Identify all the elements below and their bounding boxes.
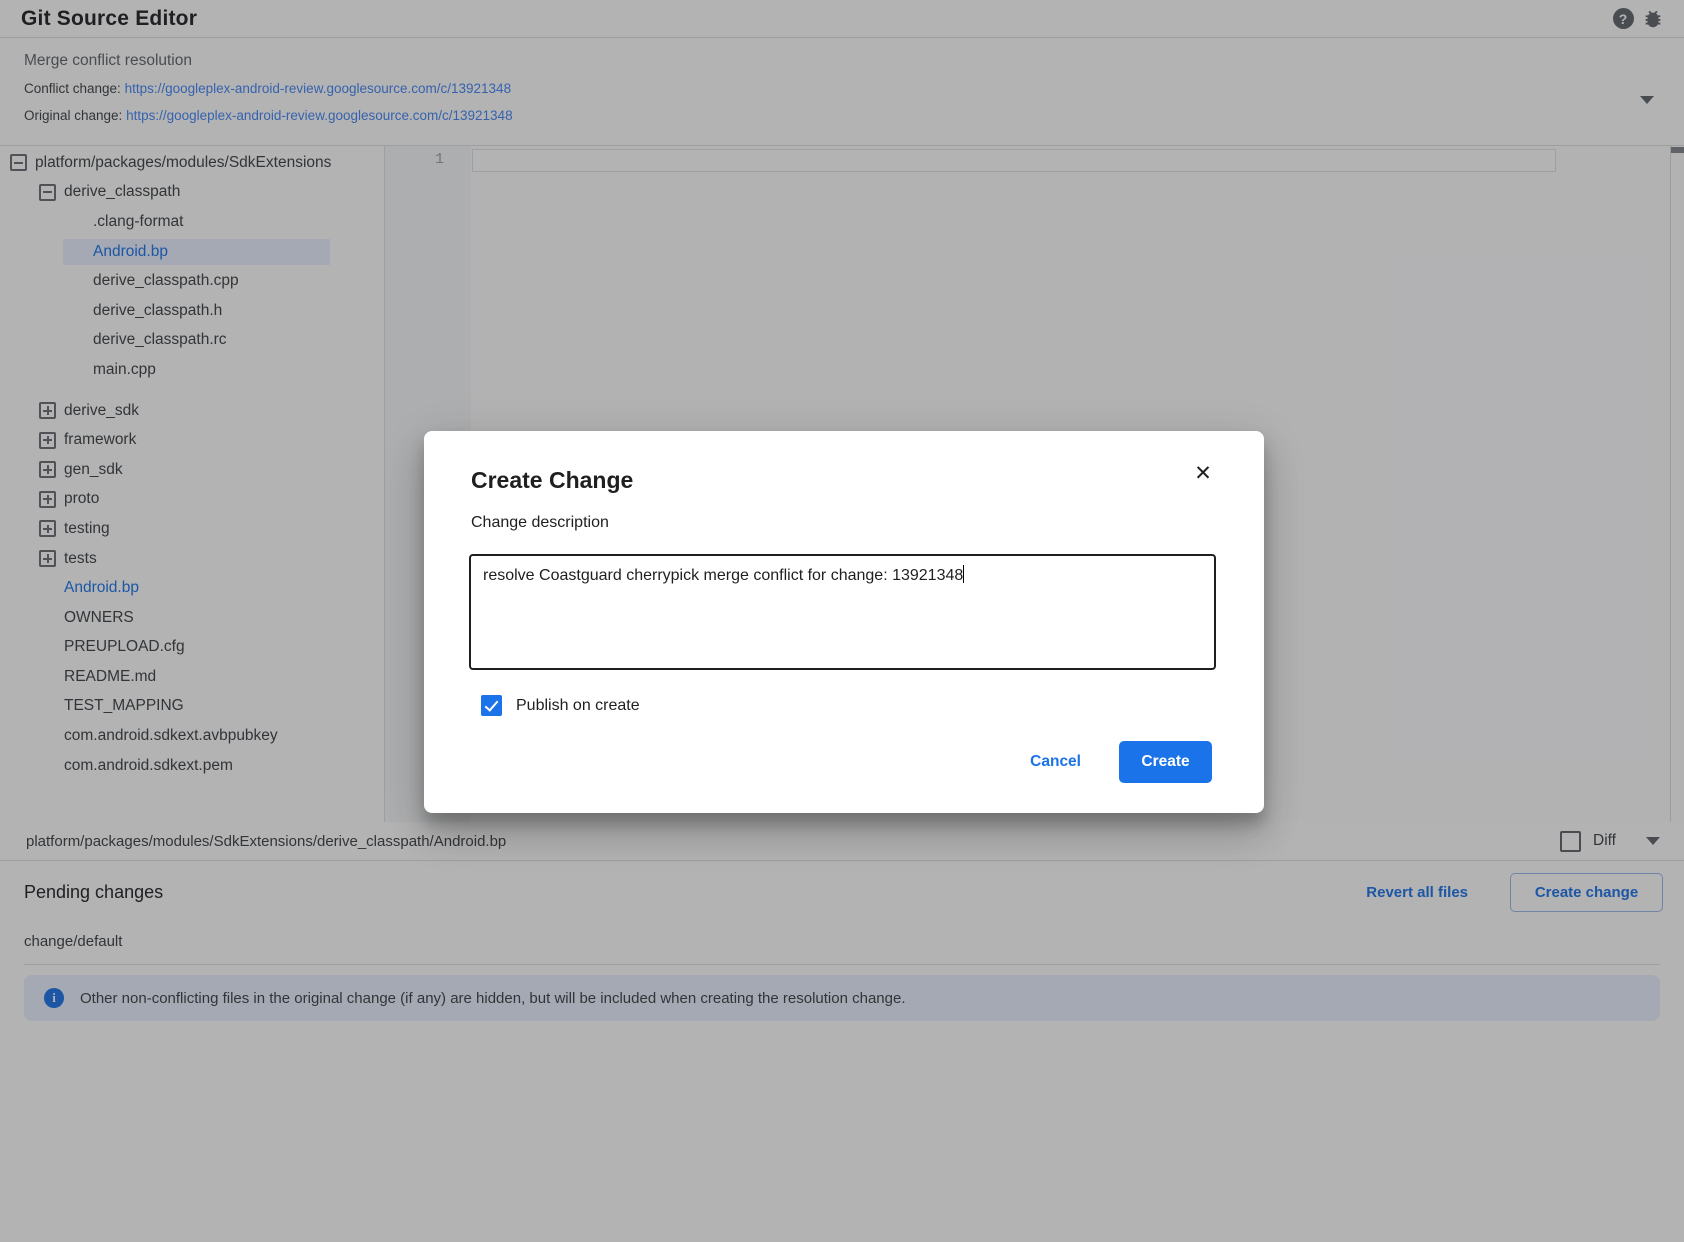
change-description-label: Change description bbox=[471, 514, 609, 532]
publish-on-create-row: Publish on create bbox=[481, 695, 640, 716]
dialog-actions: Cancel Create bbox=[1016, 741, 1212, 783]
change-description-input[interactable]: resolve Coastguard cherrypick merge conf… bbox=[469, 554, 1216, 670]
change-description-value: resolve Coastguard cherrypick merge conf… bbox=[483, 567, 963, 584]
close-dialog-button[interactable]: ✕ bbox=[1187, 457, 1219, 489]
publish-on-create-label: Publish on create bbox=[516, 697, 640, 715]
create-button[interactable]: Create bbox=[1119, 741, 1212, 783]
cancel-button[interactable]: Cancel bbox=[1016, 745, 1095, 779]
close-icon: ✕ bbox=[1194, 461, 1212, 486]
publish-on-create-checkbox[interactable] bbox=[481, 695, 502, 716]
dialog-title: Create Change bbox=[471, 467, 633, 494]
create-change-dialog: Create Change ✕ Change description resol… bbox=[424, 431, 1264, 813]
text-cursor bbox=[963, 565, 964, 583]
